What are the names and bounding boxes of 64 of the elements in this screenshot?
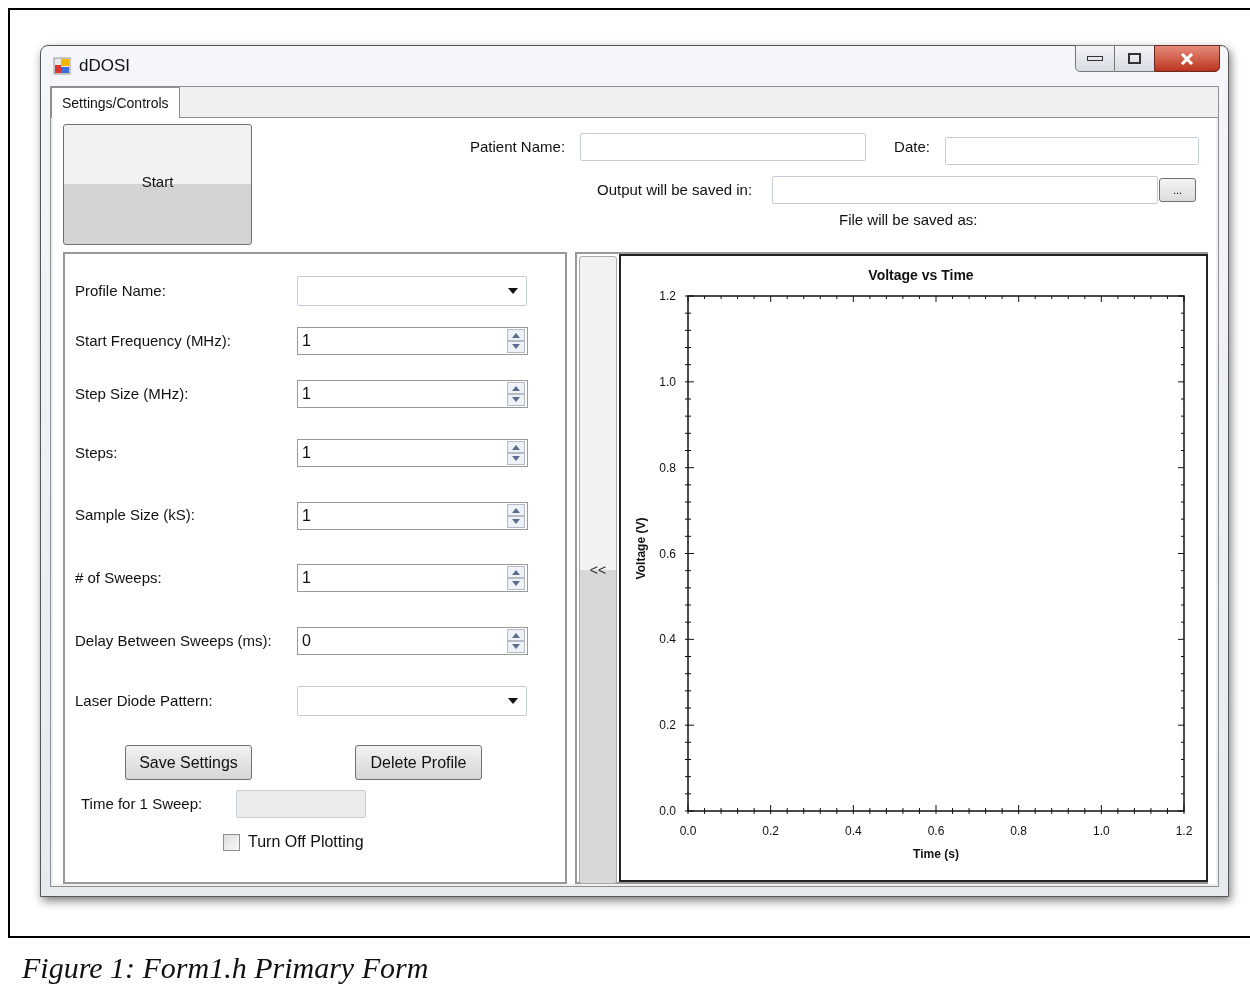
checkbox-label: Turn Off Plotting — [248, 832, 364, 852]
spinner-field[interactable]: 0 — [297, 627, 528, 655]
y-tick-label: 1.0 — [659, 374, 676, 389]
dropdown-arrow-icon — [508, 288, 518, 294]
spinner-field[interactable]: 1 — [297, 380, 528, 408]
patient-name-field[interactable] — [580, 133, 867, 161]
spinner-field[interactable]: 1 — [297, 439, 528, 467]
collapse-button[interactable]: << — [579, 256, 617, 884]
spinner-arrows-icon — [507, 382, 525, 406]
spinner-arrows-icon — [507, 329, 525, 353]
date-field[interactable] — [944, 137, 1199, 165]
browse-button[interactable]: ... — [1159, 178, 1197, 202]
spinner-arrows-icon — [507, 629, 525, 653]
field-label: Date: — [894, 136, 930, 157]
x-tick-label: 0.4 — [845, 824, 862, 838]
field-label: Patient Name: — [470, 136, 566, 157]
setting-label: # of Sweeps: — [74, 567, 163, 588]
close-icon — [1180, 52, 1194, 65]
close-button[interactable] — [1154, 45, 1220, 72]
action-button[interactable]: Delete Profile — [355, 745, 482, 780]
tab[interactable]: Settings/Controls — [51, 87, 180, 118]
spinner-arrows-icon — [507, 503, 525, 528]
checkbox[interactable] — [223, 833, 240, 851]
spinner-field[interactable]: 1 — [297, 501, 528, 530]
spinner-field[interactable]: 1 — [297, 327, 528, 355]
y-tick-label: 0.8 — [659, 460, 676, 475]
y-tick-label: 0.2 — [659, 718, 676, 733]
setting-label: Sample Size (kS): — [74, 505, 197, 526]
chart-title: Voltage vs Time — [868, 267, 974, 283]
x-tick-label: 0.8 — [1010, 824, 1027, 838]
time-label: Time for 1 Sweep: — [81, 793, 203, 814]
file-saved-as-label: File will be saved as: — [839, 210, 979, 230]
action-button[interactable]: Save Settings — [125, 745, 252, 780]
minimize-button[interactable] — [1075, 45, 1115, 72]
x-tick-label: 1.2 — [1175, 824, 1193, 838]
y-axis-label: Voltage (V) — [634, 517, 648, 580]
y-tick-label: 0.0 — [659, 804, 676, 818]
start-button[interactable]: Start — [63, 124, 252, 245]
spinner-arrows-icon — [507, 566, 525, 590]
x-tick-label: 0.6 — [927, 824, 945, 838]
app-icon — [53, 57, 71, 75]
setting-label: Laser Diode Pattern: — [74, 690, 214, 711]
setting-label: Profile Name: — [74, 280, 167, 301]
setting-label: Steps: — [74, 442, 119, 463]
x-tick-label: 1.0 — [1093, 824, 1110, 838]
field-label: Output will be saved in: — [597, 179, 753, 200]
dropdown[interactable] — [297, 276, 527, 306]
setting-label: Step Size (MHz): — [74, 383, 190, 404]
spinner-field[interactable]: 1 — [297, 564, 528, 592]
maximize-button[interactable] — [1115, 45, 1154, 72]
figure-caption: Figure 1: Form1.h Primary Form — [22, 949, 429, 986]
x-axis-label: Time (s) — [913, 847, 959, 861]
x-tick-label: 0.2 — [762, 824, 779, 838]
y-tick-label: 0.4 — [659, 632, 676, 647]
y-tick-label: 1.2 — [659, 289, 676, 303]
dropdown[interactable] — [297, 686, 527, 716]
y-tick-label: 0.6 — [659, 546, 676, 561]
dropdown-arrow-icon — [508, 698, 518, 704]
setting-label: Start Frequency (MHz): — [74, 330, 232, 351]
x-tick-label: 0.0 — [679, 824, 697, 838]
output-folder-field[interactable] — [772, 176, 1159, 204]
spinner-arrows-icon — [507, 441, 525, 465]
setting-label: Delay Between Sweeps (ms): — [74, 630, 273, 651]
window-title: dDOSI — [79, 55, 131, 78]
